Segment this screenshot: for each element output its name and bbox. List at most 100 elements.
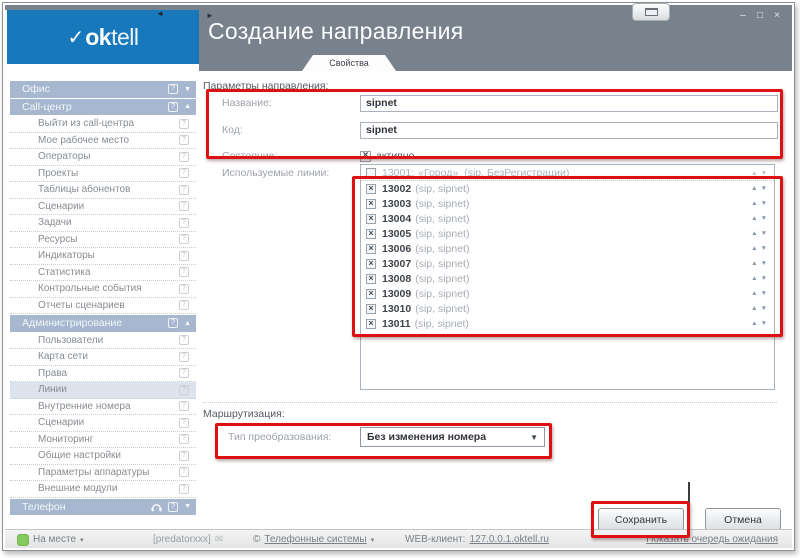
- sidebar-item-users[interactable]: Пользователи ?: [10, 333, 196, 350]
- sidebar-item-projects[interactable]: Проекты ?: [10, 166, 196, 183]
- minimize-icon[interactable]: –: [738, 10, 748, 21]
- sidebar-item-hardware-params[interactable]: Параметры аппаратуры ?: [10, 465, 196, 482]
- checkbox-icon[interactable]: ×: [366, 199, 376, 209]
- help-icon[interactable]: ?: [179, 418, 189, 428]
- help-icon[interactable]: ?: [179, 135, 189, 145]
- move-up-icon[interactable]: ▲: [751, 305, 760, 312]
- help-icon[interactable]: ?: [179, 300, 189, 310]
- checkbox-icon[interactable]: ×: [366, 319, 376, 329]
- sidebar-item-tasks[interactable]: Задачи ?: [10, 215, 196, 232]
- sidebar-item-lines[interactable]: Линии ?: [10, 382, 196, 399]
- sidebar-section-call-center[interactable]: Call-центр ? ▲: [10, 99, 196, 116]
- code-input[interactable]: [360, 122, 778, 139]
- help-icon[interactable]: ?: [179, 168, 189, 178]
- move-up-icon[interactable]: ▲: [751, 245, 760, 252]
- move-down-icon[interactable]: ▼: [761, 185, 770, 192]
- help-icon[interactable]: ?: [179, 251, 189, 261]
- move-up-icon[interactable]: ▲: [751, 260, 760, 267]
- move-up-icon[interactable]: ▲: [751, 170, 760, 177]
- sidebar-item-rights[interactable]: Права ?: [10, 366, 196, 383]
- company-menu[interactable]: © Телефонные системы ▾: [253, 530, 374, 549]
- move-down-icon[interactable]: ▼: [761, 305, 770, 312]
- sidebar-section-administration[interactable]: Администрирование ? ▲: [10, 315, 196, 332]
- line-item-13008[interactable]: × 13008 (sip, sipnet) ▲▼: [361, 271, 774, 286]
- help-icon[interactable]: ?: [179, 267, 189, 277]
- maximize-icon[interactable]: □: [755, 10, 765, 21]
- help-icon[interactable]: ?: [179, 352, 189, 362]
- sidebar-item-control-events[interactable]: Контрольные события ?: [10, 281, 196, 298]
- line-item-13001[interactable]: 13001: «Город» (sip, БезРегистрации) ▲▼: [361, 166, 774, 181]
- collapse-sidebar-icon[interactable]: ◄: [156, 9, 164, 18]
- cancel-button[interactable]: Отмена: [705, 508, 781, 531]
- help-icon[interactable]: ?: [168, 502, 178, 512]
- help-icon[interactable]: ?: [179, 119, 189, 129]
- sidebar-section-phone[interactable]: Телефон ? ▼: [10, 499, 196, 516]
- move-up-icon[interactable]: ▲: [751, 275, 760, 282]
- sidebar-item-monitoring[interactable]: Мониторинг ?: [10, 432, 196, 449]
- help-icon[interactable]: ?: [179, 467, 189, 477]
- help-icon[interactable]: ?: [179, 335, 189, 345]
- help-icon[interactable]: ?: [179, 434, 189, 444]
- move-down-icon[interactable]: ▼: [761, 230, 770, 237]
- save-button[interactable]: Сохранить: [598, 508, 684, 531]
- sidebar-item-scenarios-admin[interactable]: Сценарии ?: [10, 415, 196, 432]
- move-up-icon[interactable]: ▲: [751, 215, 760, 222]
- line-item-13003[interactable]: × 13003 (sip, sipnet) ▲▼: [361, 196, 774, 211]
- show-queue[interactable]: Показать очередь ожидания: [646, 530, 778, 549]
- help-icon[interactable]: ?: [179, 284, 189, 294]
- help-icon[interactable]: ?: [179, 385, 189, 395]
- name-input[interactable]: [360, 95, 778, 112]
- move-up-icon[interactable]: ▲: [751, 320, 760, 327]
- sidebar-item-my-workplace[interactable]: Мое рабочее место ?: [10, 133, 196, 150]
- help-icon[interactable]: ?: [168, 102, 178, 112]
- sidebar-item-indicators[interactable]: Индикаторы ?: [10, 248, 196, 265]
- sidebar-item-scenario-reports[interactable]: Отчеты сценариев ?: [10, 298, 196, 315]
- help-icon[interactable]: ?: [179, 218, 189, 228]
- move-down-icon[interactable]: ▼: [761, 215, 770, 222]
- checkbox-icon[interactable]: ×: [366, 229, 376, 239]
- checkbox-icon[interactable]: ×: [366, 259, 376, 269]
- sidebar-item-external-modules[interactable]: Внешние модули ?: [10, 481, 196, 498]
- move-down-icon[interactable]: ▼: [761, 170, 770, 177]
- lines-listbox[interactable]: 13001: «Город» (sip, БезРегистрации) ▲▼ …: [360, 164, 775, 390]
- move-up-icon[interactable]: ▲: [751, 230, 760, 237]
- checkbox-icon[interactable]: ×: [366, 244, 376, 254]
- help-icon[interactable]: ?: [179, 185, 189, 195]
- sidebar-item-operators[interactable]: Операторы ?: [10, 149, 196, 166]
- help-icon[interactable]: ?: [179, 368, 189, 378]
- move-up-icon[interactable]: ▲: [751, 290, 760, 297]
- sidebar-item-general-settings[interactable]: Общие настройки ?: [10, 448, 196, 465]
- help-icon[interactable]: ?: [179, 451, 189, 461]
- move-down-icon[interactable]: ▼: [761, 245, 770, 252]
- move-down-icon[interactable]: ▼: [761, 275, 770, 282]
- sidebar-item-subscriber-tables[interactable]: Таблицы абонентов ?: [10, 182, 196, 199]
- checkbox-icon[interactable]: ×: [366, 184, 376, 194]
- line-item-13004[interactable]: × 13004 (sip, sipnet) ▲▼: [361, 211, 774, 226]
- sidebar-section-office[interactable]: Офис ? ▼: [10, 81, 196, 98]
- line-item-13007[interactable]: × 13007 (sip, sipnet) ▲▼: [361, 256, 774, 271]
- checkbox-icon[interactable]: ×: [366, 214, 376, 224]
- checkbox-icon[interactable]: ×: [366, 304, 376, 314]
- help-icon[interactable]: ?: [179, 152, 189, 162]
- active-checkbox[interactable]: ×: [360, 151, 371, 162]
- help-icon[interactable]: ?: [179, 234, 189, 244]
- sidebar-item-statistics[interactable]: Статистика ?: [10, 265, 196, 282]
- detach-window-button[interactable]: [632, 3, 670, 21]
- help-icon[interactable]: ?: [179, 484, 189, 494]
- move-down-icon[interactable]: ▼: [761, 260, 770, 267]
- sidebar-item-scenarios[interactable]: Сценарии ?: [10, 199, 196, 216]
- checkbox-icon[interactable]: ×: [366, 274, 376, 284]
- line-item-13006[interactable]: × 13006 (sip, sipnet) ▲▼: [361, 241, 774, 256]
- help-icon[interactable]: ?: [179, 401, 189, 411]
- move-down-icon[interactable]: ▼: [761, 290, 770, 297]
- envelope-icon[interactable]: ✉: [215, 534, 223, 545]
- line-item-13002[interactable]: × 13002 (sip, sipnet) ▲▼: [361, 181, 774, 196]
- help-icon[interactable]: ?: [168, 318, 178, 328]
- tab-properties[interactable]: Свойства: [302, 55, 396, 71]
- help-icon[interactable]: ?: [179, 201, 189, 211]
- checkbox-icon[interactable]: ×: [366, 289, 376, 299]
- sidebar-item-exit-call-center[interactable]: Выйти из call-центра ?: [10, 116, 196, 133]
- conversion-type-select[interactable]: Без изменения номера ▼: [360, 427, 545, 447]
- close-icon[interactable]: ×: [772, 10, 782, 21]
- move-up-icon[interactable]: ▲: [751, 200, 760, 207]
